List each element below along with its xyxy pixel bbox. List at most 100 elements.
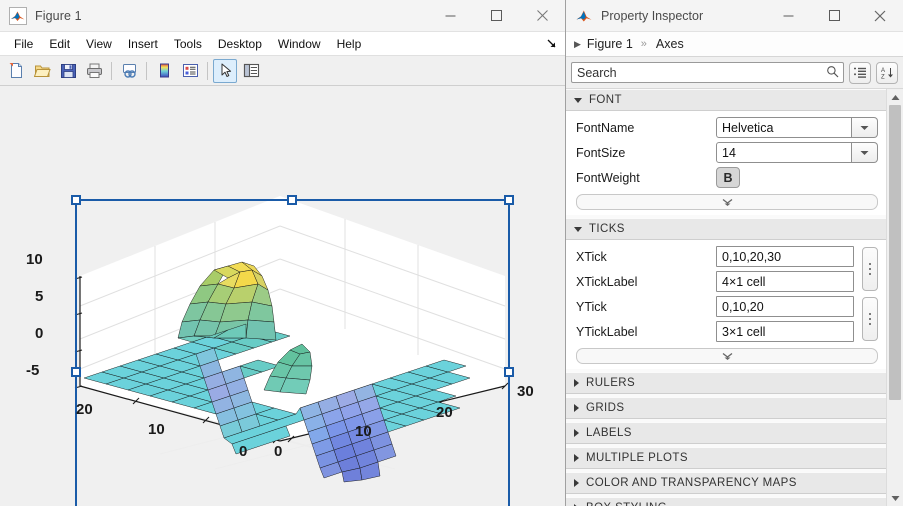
- floppy-save-icon[interactable]: [56, 59, 80, 83]
- menu-help[interactable]: Help: [329, 34, 370, 54]
- fontname-dropdown-chevron-down-icon[interactable]: [852, 117, 878, 138]
- figure-canvas[interactable]: 10 5 0 -5 20 10 0 0 10 20 30: [0, 86, 565, 506]
- property-row-yticklabel: YTickLabel 3×1 cell: [566, 319, 862, 344]
- chevron-down-icon: [574, 97, 582, 103]
- menu-file[interactable]: File: [6, 34, 41, 54]
- menu-view[interactable]: View: [78, 34, 120, 54]
- search-box[interactable]: [571, 62, 844, 83]
- menu-tools[interactable]: Tools: [166, 34, 210, 54]
- maximize-icon[interactable]: [473, 0, 519, 31]
- figure-window: Figure 1 File Edit View Insert Tools Des…: [0, 0, 566, 506]
- breadcrumb: ▶ Figure 1 » Axes: [566, 32, 903, 57]
- menu-desktop[interactable]: Desktop: [210, 34, 270, 54]
- fontsize-dropdown-chevron-down-icon[interactable]: [852, 142, 878, 163]
- y-tick-label-10: 10: [148, 421, 165, 438]
- inspector-vertical-scrollbar[interactable]: [886, 89, 903, 506]
- section-label-ticks: TICKS: [589, 223, 625, 235]
- separator: [207, 61, 208, 80]
- property-field-xticklabel: 4×1 cell: [716, 271, 854, 292]
- chevron-right-icon: [574, 429, 579, 437]
- maximize-icon[interactable]: [811, 0, 857, 31]
- section-label-labels: LABELS: [586, 427, 632, 439]
- chevron-down-icon: [574, 226, 582, 232]
- z-tick-label-0: 0: [35, 325, 44, 342]
- menu-insert[interactable]: Insert: [120, 34, 166, 54]
- show-more-chevrons-icon[interactable]: [576, 194, 878, 210]
- y-tick-label-20: 20: [76, 401, 93, 418]
- menu-window[interactable]: Window: [270, 34, 329, 54]
- application-root: Figure 1 File Edit View Insert Tools Des…: [0, 0, 903, 506]
- az-sort-icon[interactable]: A Z: [876, 61, 898, 84]
- minimize-icon[interactable]: [765, 0, 811, 31]
- property-field-fontsize: 14: [716, 142, 878, 163]
- section-body-ticks: XTick 0,10,20,30 XTickLabel 4×1 cell YTi…: [566, 240, 886, 364]
- property-field-xtick: 0,10,20,30: [716, 246, 854, 267]
- close-icon[interactable]: [857, 0, 903, 31]
- matlab-logo-icon: [9, 6, 27, 25]
- fontweight-bold-toggle[interactable]: B: [716, 167, 740, 188]
- minimize-icon[interactable]: [427, 0, 473, 31]
- close-icon[interactable]: [519, 0, 565, 31]
- menu-overflow-arrow-icon[interactable]: [545, 36, 559, 50]
- chevron-right-icon[interactable]: ▶: [574, 39, 581, 49]
- section-header-rulers[interactable]: RULERS: [566, 372, 886, 394]
- x-tick-label-10: 10: [355, 423, 372, 440]
- chevron-right-icon: [574, 379, 579, 387]
- breadcrumb-item-figure[interactable]: Figure 1: [587, 37, 633, 51]
- scroll-up-arrow-icon[interactable]: [887, 89, 903, 105]
- show-more-chevrons-icon[interactable]: [576, 348, 878, 364]
- z-tick-label-neg5: -5: [26, 362, 40, 379]
- figure-menubar: File Edit View Insert Tools Desktop Wind…: [0, 32, 565, 56]
- scroll-down-arrow-icon[interactable]: [887, 490, 903, 506]
- fontsize-input[interactable]: 14: [716, 142, 852, 163]
- property-inspector-window: Property Inspector ▶ Figure 1 » Axes Sea…: [566, 0, 903, 506]
- new-document-icon[interactable]: [4, 59, 28, 83]
- category-list-icon[interactable]: [849, 61, 871, 84]
- section-header-ticks[interactable]: TICKS: [566, 218, 886, 240]
- fontname-input[interactable]: Helvetica: [716, 117, 852, 138]
- property-row-fontname: FontName Helvetica: [566, 115, 886, 140]
- property-label-yticklabel: YTickLabel: [576, 324, 638, 339]
- legend-icon[interactable]: [178, 59, 202, 83]
- ticks-group-y: YTick 0,10,20 YTickLabel 3×1 cell: [566, 294, 886, 344]
- figure-window-controls: [427, 0, 565, 31]
- menu-edit[interactable]: Edit: [41, 34, 78, 54]
- ytick-input[interactable]: 0,10,20: [716, 296, 854, 317]
- property-inspector-icon[interactable]: [239, 59, 263, 83]
- svg-text:A: A: [881, 68, 885, 74]
- link-plot-icon[interactable]: [117, 59, 141, 83]
- xticklabel-input[interactable]: 4×1 cell: [716, 271, 854, 292]
- section-header-grids[interactable]: GRIDS: [566, 397, 886, 419]
- section-label-box-styling: BOX STYLING: [586, 502, 667, 506]
- section-header-labels[interactable]: LABELS: [566, 422, 886, 444]
- section-header-color-and-transparency-maps[interactable]: COLOR AND TRANSPARENCY MAPS: [566, 472, 886, 494]
- search-input[interactable]: [577, 65, 826, 80]
- pointer-arrow-icon[interactable]: [213, 58, 237, 83]
- peaks-surface-plot[interactable]: [0, 86, 565, 506]
- colorbar-icon[interactable]: [152, 59, 176, 83]
- property-field-ytick: 0,10,20: [716, 296, 854, 317]
- yticklabel-input[interactable]: 3×1 cell: [716, 321, 854, 342]
- section-header-box-styling[interactable]: BOX STYLING: [566, 497, 886, 506]
- inspector-title: Property Inspector: [601, 8, 704, 23]
- property-field-fontweight: B: [716, 167, 878, 188]
- property-field-fontname: Helvetica: [716, 117, 878, 138]
- search-icon: [826, 65, 839, 81]
- scrollbar-track[interactable]: [887, 105, 903, 490]
- chevron-right-icon: [574, 404, 579, 412]
- x-tick-label-0: 0: [274, 443, 283, 460]
- figure-toolbar: [0, 56, 565, 86]
- ytick-more-options-dots-icon[interactable]: [862, 297, 878, 341]
- property-label-xtick: XTick: [576, 249, 607, 264]
- inspector-titlebar: Property Inspector: [566, 0, 903, 32]
- scrollbar-thumb[interactable]: [889, 105, 901, 400]
- separator: [111, 61, 112, 80]
- section-header-font[interactable]: FONT: [566, 89, 886, 111]
- section-header-multiple-plots[interactable]: MULTIPLE PLOTS: [566, 447, 886, 469]
- property-row-ytick: YTick 0,10,20: [566, 294, 862, 319]
- printer-icon[interactable]: [82, 59, 106, 83]
- open-folder-icon[interactable]: [30, 59, 54, 83]
- breadcrumb-item-axes[interactable]: Axes: [656, 37, 684, 51]
- xtick-more-options-dots-icon[interactable]: [862, 247, 878, 291]
- xtick-input[interactable]: 0,10,20,30: [716, 246, 854, 267]
